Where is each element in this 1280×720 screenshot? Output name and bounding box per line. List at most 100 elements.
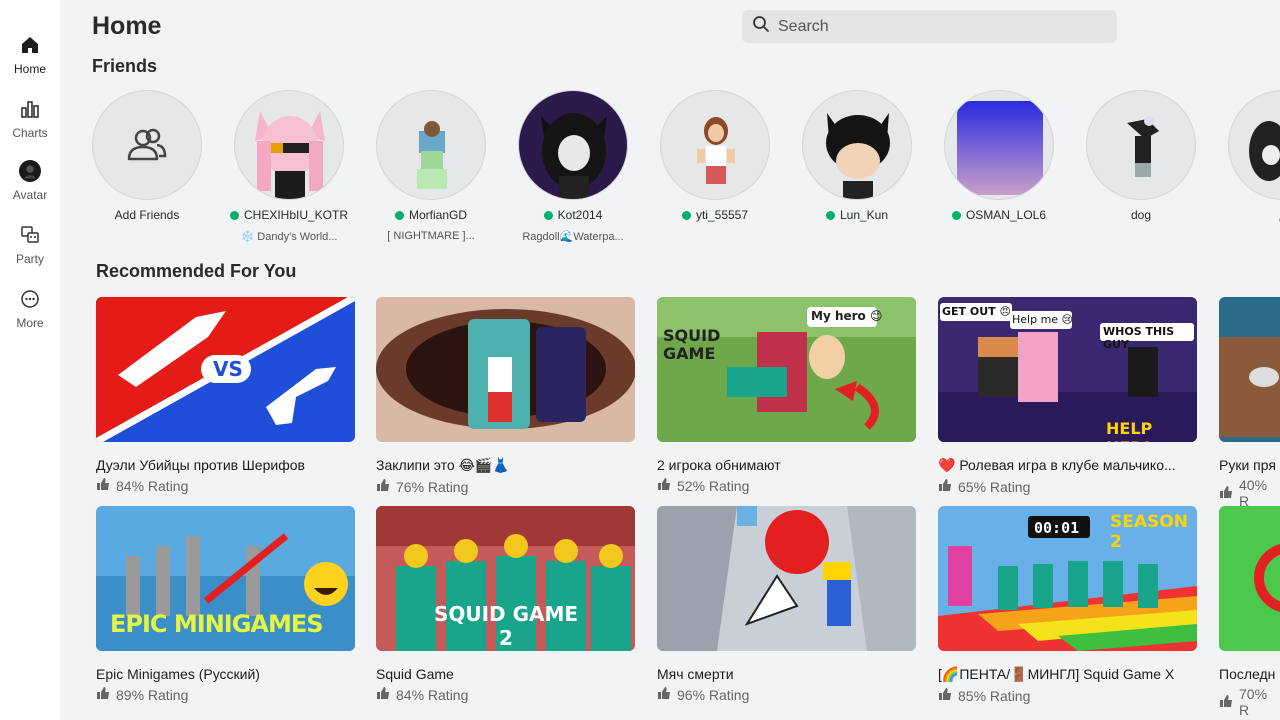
- friend-tile[interactable]: Lun_Kun: [792, 90, 922, 230]
- charts-icon: [19, 98, 41, 120]
- online-indicator: [681, 210, 691, 220]
- friend-tile[interactable]: Kot2014 Ragdoll🌊Waterpa...: [508, 90, 638, 243]
- game-thumbnail: VS: [96, 297, 355, 442]
- game-card[interactable]: 00:01 SEASON 2 [🌈ПЕНТА/🚪МИНГЛ] Squid Gam…: [938, 506, 1197, 704]
- sidebar-item-home[interactable]: Home: [0, 34, 60, 88]
- game-title: Руки пря: [1219, 457, 1276, 473]
- sidebar-item-charts[interactable]: Charts: [0, 98, 60, 152]
- thumbnail-text: My hero 😊: [811, 309, 883, 323]
- avatar: [660, 90, 770, 200]
- online-indicator: [951, 210, 961, 220]
- thumbnail-bubble: WHOS THIS GUY: [1103, 325, 1175, 351]
- sidebar-item-label: Party: [15, 252, 44, 266]
- game-rating: 85% Rating: [938, 687, 1197, 704]
- avatar: [376, 90, 486, 200]
- thumbnail-text: HELP HER?: [1106, 419, 1153, 442]
- game-rating: 40% R: [1219, 477, 1280, 509]
- online-indicator: [543, 210, 553, 220]
- game-thumbnail: SQUID GAME My hero 😊: [657, 297, 916, 442]
- game-thumbnail: [376, 297, 635, 442]
- friend-name: Lun_Kun: [792, 208, 922, 222]
- game-title: 2 игрока обнимают: [657, 457, 781, 473]
- friends-title: Friends: [92, 56, 158, 76]
- search-input[interactable]: Search: [778, 18, 829, 36]
- thumbs-up-icon: [376, 478, 390, 495]
- sidebar-item-label: Charts: [12, 126, 48, 140]
- friend-status: [ NIGHTMARE ]...: [387, 230, 475, 242]
- search-bar[interactable]: Search: [742, 10, 1117, 43]
- friend-tile[interactable]: д: [1218, 90, 1280, 222]
- game-card[interactable]: VS Дуэли Убийцы против Шерифов 84% Ratin…: [96, 297, 355, 494]
- game-title: Заклипи это 😂🎬👗: [376, 457, 510, 473]
- add-friends-icon: [127, 128, 167, 161]
- thumbs-up-icon: [96, 477, 110, 494]
- party-icon: [19, 224, 41, 246]
- thumbs-up-icon: [1219, 694, 1233, 711]
- add-friends-label: Add Friends: [114, 208, 180, 222]
- friend-status: ❄️ Dandy's World...: [240, 231, 338, 243]
- friend-name: yti_55557: [650, 208, 780, 222]
- game-card[interactable]: Заклипи это 😂🎬👗 76% Rating: [376, 297, 635, 495]
- friend-tile[interactable]: OSMAN_LOL6: [934, 90, 1064, 230]
- game-rating: 76% Rating: [376, 478, 635, 495]
- add-friends-button[interactable]: Add Friends: [82, 90, 212, 222]
- game-title: Epic Minigames (Русский): [96, 666, 260, 682]
- home-icon: [19, 34, 41, 56]
- thumbnail-bubble: GET OUT 😠: [942, 305, 1011, 318]
- game-title: [🌈ПЕНТА/🚪МИНГЛ] Squid Game X: [938, 666, 1175, 682]
- avatar: [518, 90, 628, 200]
- online-indicator: [825, 210, 835, 220]
- thumbnail-text: SEASON 2: [1110, 512, 1188, 552]
- game-card[interactable]: SQUID GAME 2 Squid Game 84% Rating: [376, 506, 635, 703]
- game-card[interactable]: SQUID GAME My hero 😊 2 игрока обнимают 5…: [657, 297, 916, 494]
- avatar: [1086, 90, 1196, 200]
- game-card[interactable]: GET OUT 😠 Help me 😢 WHOS THIS GUY HELP H…: [938, 297, 1197, 495]
- thumbs-up-icon: [938, 687, 952, 704]
- game-card[interactable]: EPIC MINIGAMES Epic Minigames (Русский) …: [96, 506, 355, 703]
- friend-tile[interactable]: CHEXIHbIU_KOTR ❄️ Dandy's World...: [224, 90, 354, 243]
- thumbs-up-icon: [376, 686, 390, 703]
- sidebar-item-more[interactable]: More: [0, 288, 60, 342]
- game-rating: 84% Rating: [376, 686, 635, 703]
- page-title: Home: [92, 12, 162, 40]
- game-card[interactable]: Последн 70% R: [1219, 506, 1280, 718]
- sidebar-item-label: Home: [13, 62, 46, 76]
- friend-tile[interactable]: yti_55557: [650, 90, 780, 230]
- game-rating: 84% Rating: [96, 477, 355, 494]
- friend-name: MorfianGD: [366, 208, 496, 222]
- sidebar: Home Charts Avatar Party More: [0, 0, 60, 720]
- game-thumbnail: EPIC MINIGAMES: [96, 506, 355, 651]
- sidebar-item-avatar[interactable]: Avatar: [0, 160, 60, 214]
- game-thumbnail: [1219, 506, 1280, 651]
- thumbnail-timer: 00:01: [1034, 519, 1080, 537]
- friend-name: Kot2014: [508, 208, 638, 222]
- avatar: [944, 90, 1054, 200]
- friend-tile[interactable]: dog: [1076, 90, 1206, 230]
- thumbs-up-icon: [96, 686, 110, 703]
- friend-name: CHEXIHbIU_KOTR: [224, 208, 354, 222]
- game-rating: 96% Rating: [657, 686, 916, 703]
- thumbnail-text: SQUID GAME 2: [433, 602, 579, 650]
- main-content: Home Search Friends Add Friends CHEXIHbI…: [60, 0, 1280, 720]
- game-card[interactable]: Руки пря 40% R: [1219, 297, 1280, 509]
- avatar-icon: [19, 160, 41, 182]
- online-indicator: [229, 210, 239, 220]
- thumbnail-bubble: Help me 😢: [1012, 313, 1074, 326]
- friend-status: Ragdoll🌊Waterpa...: [522, 231, 624, 243]
- sidebar-item-label: Avatar: [12, 188, 48, 202]
- friend-name: д: [1218, 208, 1280, 222]
- sidebar-item-party[interactable]: Party: [0, 224, 60, 278]
- more-icon: [19, 288, 41, 310]
- game-title: Последн: [1219, 666, 1276, 682]
- sidebar-item-label: More: [16, 316, 44, 330]
- game-rating: 70% R: [1219, 686, 1280, 718]
- game-title: Мяч смерти: [657, 666, 734, 682]
- avatar: [1228, 90, 1280, 200]
- online-indicator: [394, 210, 404, 220]
- friend-tile[interactable]: MorfianGD [ NIGHTMARE ]...: [366, 90, 496, 242]
- game-card[interactable]: Мяч смерти 96% Rating: [657, 506, 916, 703]
- game-thumbnail: 00:01 SEASON 2: [938, 506, 1197, 651]
- game-thumbnail: [657, 506, 916, 651]
- recommended-title: Recommended For You: [96, 261, 297, 281]
- game-rating: 52% Rating: [657, 477, 916, 494]
